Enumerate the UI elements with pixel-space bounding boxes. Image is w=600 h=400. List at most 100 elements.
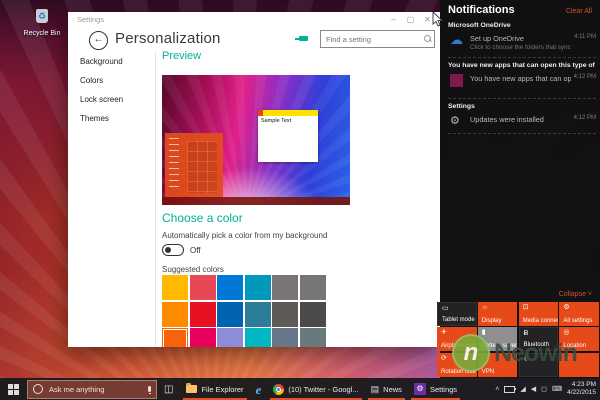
- recycle-bin-shortcut[interactable]: ♻ Recycle Bin: [14, 6, 70, 37]
- color-swatch[interactable]: [299, 275, 326, 300]
- chrome-icon: [273, 383, 285, 395]
- theme-preview-image: Sample Text: [162, 75, 350, 205]
- color-swatch[interactable]: [189, 328, 216, 347]
- back-arrow-icon[interactable]: ←: [89, 31, 108, 50]
- notification-group: Settings ⚙ Updates were installed 4:12 P…: [448, 99, 596, 134]
- taskbar: ◫ File Explorer e (10) Twitter - Googl..…: [0, 378, 600, 400]
- onedrive-cloud-icon: ☁: [450, 32, 463, 47]
- toggle-state-label: Off: [190, 245, 201, 255]
- color-swatch[interactable]: [299, 328, 326, 347]
- notification-title: Set up OneDrive: [470, 34, 524, 43]
- clear-all-link[interactable]: Clear All: [566, 8, 592, 15]
- notification-group: Microsoft OneDrive ☁ Set up OneDrive Cli…: [448, 18, 596, 58]
- quick-action-tablet-mode[interactable]: ▭ Tablet mode: [437, 302, 477, 326]
- quick-action-all-settings[interactable]: ⚙ All settings: [559, 302, 599, 326]
- app-tile-icon: [450, 74, 470, 92]
- taskbar-button-news[interactable]: ▤ News: [365, 378, 408, 400]
- suggested-colors-label: Suggested colors: [162, 265, 224, 274]
- quick-action-display[interactable]: ☼ Display: [477, 302, 518, 326]
- notification-group: You have new apps that can open this typ…: [448, 58, 596, 99]
- color-swatch[interactable]: [244, 301, 271, 327]
- color-swatch[interactable]: [217, 275, 243, 300]
- notification-time: 4:12 PM: [573, 115, 596, 121]
- note-icon: ☼: [563, 354, 570, 362]
- color-swatch[interactable]: [272, 328, 298, 347]
- quick-action-note[interactable]: ☼: [559, 352, 599, 377]
- bluetooth-icon: Ƀ: [523, 330, 529, 338]
- settings-app-icon: ⚙: [413, 383, 426, 395]
- color-swatch[interactable]: [189, 275, 216, 300]
- color-swatch[interactable]: [244, 328, 271, 347]
- taskbar-button-settings[interactable]: ⚙ Settings: [408, 378, 463, 400]
- vpn-icon: ⌁: [481, 354, 487, 362]
- recycle-bin-icon: ♻: [36, 9, 48, 23]
- notification-item[interactable]: ☁ Set up OneDrive Click to choose the fo…: [448, 31, 596, 54]
- taskbar-button-twitter-chrome[interactable]: (10) Twitter - Googl...: [267, 378, 364, 400]
- settings-gear-icon: ⚙: [563, 304, 570, 311]
- taskbar-button-file-explorer[interactable]: File Explorer: [180, 378, 249, 400]
- notifications-title: Notifications: [448, 4, 515, 16]
- collapse-link[interactable]: Collapse ˅: [559, 291, 592, 298]
- quick-action-quiet-hours[interactable]: ☾: [518, 352, 559, 377]
- cortana-icon: [33, 384, 43, 394]
- color-swatch[interactable]: [217, 301, 243, 327]
- sidebar-item-colors[interactable]: Colors: [68, 71, 155, 90]
- folder-icon: [186, 383, 198, 393]
- quick-actions-grid: ▭ Tablet mode ☼ Display ⊡ Media connect …: [437, 302, 599, 377]
- suggested-colors-grid: [162, 275, 326, 347]
- quick-action-bluetooth[interactable]: Ƀ Bluetooth: [518, 327, 559, 352]
- task-view-button[interactable]: ◫: [164, 384, 173, 395]
- quick-action-battery-saver[interactable]: ▮ Battery saver: [477, 327, 518, 352]
- battery-tray-icon[interactable]: [504, 385, 517, 393]
- choose-color-heading: Choose a color: [162, 211, 243, 225]
- auto-pick-label: Automatically pick a color from my backg…: [162, 231, 328, 240]
- color-swatch[interactable]: [244, 275, 271, 300]
- sidebar-item-themes[interactable]: Themes: [68, 109, 155, 128]
- color-swatch-selected[interactable]: [162, 328, 188, 347]
- media-connect-icon: ⊡: [522, 304, 529, 311]
- start-button[interactable]: [0, 378, 26, 400]
- volume-tray-icon[interactable]: ◀: [531, 385, 536, 393]
- preview-start-menu: [165, 133, 223, 197]
- action-center-tray-icon[interactable]: ◻: [541, 385, 547, 393]
- color-swatch[interactable]: [272, 301, 298, 327]
- quick-action-airplane-mode[interactable]: ✈ Airplane mode: [437, 327, 477, 352]
- quick-action-location[interactable]: ◎ Location: [559, 327, 599, 352]
- quiet-hours-icon: ☾: [523, 355, 530, 363]
- color-swatch[interactable]: [217, 328, 243, 347]
- microphone-icon[interactable]: [148, 386, 151, 394]
- show-hidden-icons-chevron[interactable]: ˄: [495, 386, 499, 393]
- sidebar-item-background[interactable]: Background: [68, 52, 155, 71]
- desktop-screen: ♻ Recycle Bin Settings – ▢ ✕ ← Personali…: [0, 0, 600, 400]
- preview-sample-window: Sample Text: [258, 110, 318, 162]
- edge-browser-icon: e: [255, 381, 262, 397]
- notification-subtitle: Click to choose the folders that sync on…: [470, 44, 571, 51]
- mouse-cursor: [432, 12, 444, 27]
- color-swatch[interactable]: [272, 275, 298, 300]
- cortana-search-box[interactable]: [27, 379, 157, 399]
- color-swatch[interactable]: [299, 301, 326, 327]
- taskbar-clock[interactable]: 4:23 PM 4/22/2015: [567, 381, 596, 397]
- network-tray-icon[interactable]: ◢: [520, 385, 525, 393]
- settings-sidebar: Background Colors Lock screen Themes: [68, 52, 155, 347]
- taskbar-button-edge[interactable]: e: [250, 378, 268, 400]
- color-swatch[interactable]: [162, 275, 188, 300]
- sidebar-divider: [155, 52, 156, 347]
- sidebar-item-lock-screen[interactable]: Lock screen: [68, 90, 155, 109]
- touch-keyboard-icon[interactable]: ⌨: [552, 385, 562, 393]
- quick-action-rotation-lock[interactable]: ⟳ Rotation lock: [437, 352, 477, 377]
- auto-pick-toggle[interactable]: [162, 244, 184, 256]
- settings-content: Preview Sample Text Choose a color Autom…: [162, 12, 440, 347]
- notification-title: You have new apps that can open we: [470, 74, 571, 83]
- quick-action-vpn[interactable]: ⌁ VPN: [477, 352, 518, 377]
- rotation-lock-icon: ⟳: [441, 354, 447, 362]
- notification-item[interactable]: You have new apps that can open we 4:12 …: [448, 71, 596, 95]
- cortana-search-input[interactable]: [47, 383, 146, 395]
- quick-action-media-connect[interactable]: ⊡ Media connect: [518, 302, 559, 326]
- color-swatch[interactable]: [162, 301, 188, 327]
- color-swatch[interactable]: [189, 301, 216, 327]
- notification-item[interactable]: ⚙ Updates were installed 4:12 PM: [448, 112, 596, 130]
- recycle-bin-label: Recycle Bin: [23, 30, 61, 37]
- notification-time: 4:11 PM: [574, 34, 596, 40]
- preview-sample-text: Sample Text: [261, 118, 292, 124]
